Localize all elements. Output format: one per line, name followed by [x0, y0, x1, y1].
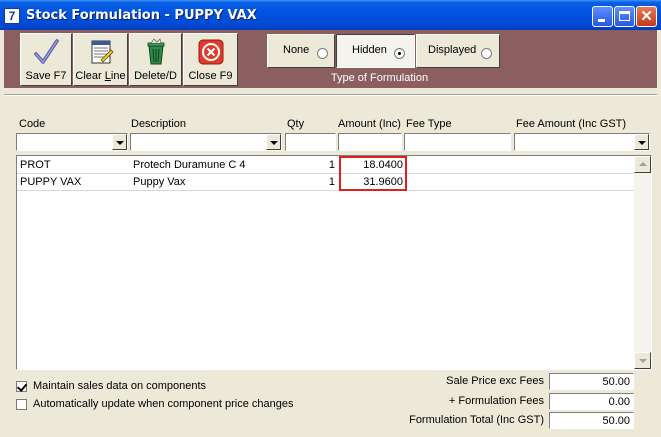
column-header-fee-type: Fee Type [406, 118, 452, 130]
minimize-button[interactable] [592, 6, 613, 27]
cell-code: PUPPY VAX [20, 176, 82, 188]
type-option-none-label: None [283, 44, 310, 56]
maximize-button[interactable] [614, 6, 635, 27]
close-button[interactable]: Close F9 [183, 33, 238, 86]
scroll-down-icon[interactable] [634, 352, 651, 369]
app-icon: 7 [4, 8, 20, 24]
title-bar[interactable]: 7 Stock Formulation - PUPPY VAX ✕ [0, 0, 661, 30]
close-icon: ✕ [640, 8, 653, 25]
clear-line-icon [91, 40, 114, 64]
qty-filter-field[interactable] [285, 133, 336, 151]
amount-highlight-box [339, 156, 407, 191]
auto-update-label[interactable]: Automatically update when component pric… [33, 398, 294, 410]
delete-button[interactable]: Delete/D [129, 33, 182, 86]
column-header-amount: Amount (Inc) [338, 118, 401, 130]
chevron-down-icon[interactable] [266, 134, 281, 150]
close-circle-icon [198, 39, 223, 65]
maximize-icon [615, 7, 634, 26]
auto-update-checkbox[interactable] [16, 399, 27, 410]
cell-code: PROT [20, 159, 51, 171]
type-hidden-radio[interactable] [394, 48, 405, 59]
formulation-type-group: None Hidden Displayed [267, 34, 500, 68]
cell-qty: 1 [328, 159, 335, 171]
cell-qty: 1 [328, 176, 335, 188]
chevron-down-icon[interactable] [634, 134, 649, 150]
clear-line-button[interactable]: Clear Line [73, 33, 128, 86]
formulation-grid[interactable]: PROT Protech Duramune C 4 1 18.0400 PUPP… [16, 155, 652, 370]
sale-price-field[interactable]: 50.00 [549, 373, 634, 390]
type-option-none[interactable]: None [267, 34, 335, 68]
clear-line-button-label: Clear Line [75, 70, 126, 82]
toolbar: Save F7 Clear Line Delete/D Close F9 Non… [4, 30, 657, 88]
type-of-formulation-caption: Type of Formulation [330, 72, 429, 84]
type-option-displayed[interactable]: Displayed [416, 34, 500, 68]
panel-divider [4, 94, 657, 96]
close-button-label: Close F9 [188, 70, 233, 82]
type-option-hidden-label: Hidden [352, 44, 387, 56]
cell-description: Puppy Vax [133, 176, 186, 188]
fee-type-filter-field[interactable] [404, 133, 511, 151]
maintain-sales-checkbox[interactable] [16, 381, 27, 392]
formulation-total-label: Formulation Total (Inc GST) [409, 414, 544, 426]
trash-can-icon [147, 38, 164, 65]
delete-button-label: Delete/D [134, 70, 177, 82]
column-header-qty: Qty [287, 118, 305, 130]
amount-filter-field[interactable] [338, 133, 402, 151]
vertical-scrollbar[interactable] [634, 156, 651, 369]
fee-amount-filter-dropdown[interactable] [514, 133, 650, 151]
code-filter-dropdown[interactable] [16, 133, 128, 151]
scroll-up-icon[interactable] [634, 156, 651, 173]
save-button-label: Save F7 [25, 70, 67, 82]
type-displayed-radio[interactable] [481, 48, 492, 59]
formulation-total-field[interactable]: 50.00 [549, 412, 634, 429]
window-close-button[interactable]: ✕ [636, 6, 657, 27]
description-filter-dropdown[interactable] [130, 133, 282, 151]
column-header-fee-amount: Fee Amount (Inc GST) [516, 118, 627, 130]
type-option-hidden[interactable]: Hidden [336, 34, 415, 68]
column-header-description: Description [131, 118, 187, 130]
cell-description: Protech Duramune C 4 [133, 159, 246, 171]
minimize-icon [593, 7, 612, 26]
type-option-displayed-label: Displayed [428, 44, 477, 56]
formulation-fees-field[interactable]: 0.00 [549, 393, 634, 410]
chevron-down-icon[interactable] [112, 134, 127, 150]
maintain-sales-label[interactable]: Maintain sales data on components [33, 380, 206, 392]
table-row[interactable]: PROT Protech Duramune C 4 1 18.0400 [17, 157, 635, 174]
table-row[interactable]: PUPPY VAX Puppy Vax 1 31.9600 [17, 174, 635, 191]
sale-price-label: Sale Price exc Fees [446, 375, 544, 387]
window-title: Stock Formulation - PUPPY VAX [26, 8, 257, 23]
checkmark-icon [34, 39, 59, 64]
save-button[interactable]: Save F7 [20, 33, 72, 86]
type-none-radio[interactable] [317, 48, 328, 59]
formulation-fees-label: + Formulation Fees [448, 395, 544, 407]
column-header-code: Code [19, 118, 46, 130]
